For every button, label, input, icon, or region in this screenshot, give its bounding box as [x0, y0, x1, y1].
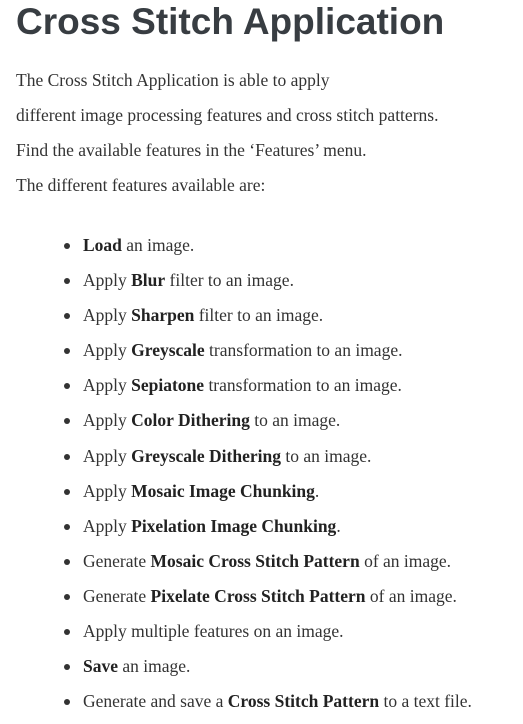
feature-keyword: Color Dithering: [131, 410, 250, 431]
feature-item-save: Save an image.: [0, 654, 523, 689]
bullet-icon: [64, 418, 70, 425]
feature-text: filter to an image.: [165, 270, 294, 291]
feature-item-sharpen: Apply Sharpen filter to an image.: [0, 303, 523, 338]
bullet-icon: [64, 348, 70, 355]
feature-keyword: Sharpen: [131, 305, 195, 326]
feature-text: transformation to an image.: [204, 375, 402, 396]
intro-paragraph: The Cross Stitch Application is able to …: [16, 68, 516, 208]
bullet-icon: [64, 593, 70, 600]
intro-line-2: different image processing features and …: [16, 105, 439, 125]
feature-keyword: Blur: [131, 270, 166, 291]
feature-keyword: Greyscale: [131, 340, 205, 361]
feature-text: Apply: [83, 375, 132, 396]
feature-keyword: Load: [83, 235, 122, 255]
feature-keyword: Pixelation Image Chunking: [131, 515, 337, 536]
feature-text: Generate and save a: [83, 691, 228, 712]
feature-keyword: Greyscale Dithering: [131, 445, 281, 466]
feature-text: of an image.: [359, 550, 452, 571]
bullet-icon: [64, 383, 70, 390]
feature-text: Apply multiple features on an image.: [83, 621, 344, 642]
intro-line-3: Find the available features in the ‘Feat…: [16, 140, 367, 160]
feature-list: Load an image. Apply Blur filter to an i…: [0, 233, 523, 724]
feature-text: Generate: [83, 585, 151, 606]
page-title: Cross Stitch Application: [16, 1, 445, 42]
feature-item-greyscale-dithering: Apply Greyscale Dithering to an image.: [0, 444, 523, 479]
bullet-icon: [64, 664, 70, 671]
bullet-icon: [64, 699, 70, 706]
feature-text: Apply: [83, 445, 132, 466]
feature-text: Generate: [83, 550, 151, 571]
bullet-icon: [64, 523, 70, 530]
feature-item-multiple-features: Apply multiple features on an image.: [0, 619, 523, 654]
feature-text: Apply: [83, 305, 132, 326]
bullet-icon: [64, 243, 70, 249]
feature-text: Apply: [83, 340, 132, 361]
feature-item-pixelation-chunking: Apply Pixelation Image Chunking.: [0, 514, 523, 549]
feature-item-color-dithering: Apply Color Dithering to an image.: [0, 408, 523, 443]
bullet-icon: [64, 558, 70, 565]
feature-text: to an image.: [249, 410, 341, 431]
feature-keyword: Save: [83, 656, 118, 677]
feature-keyword: Mosaic Image Chunking: [131, 480, 315, 501]
bullet-icon: [64, 278, 70, 285]
document-page: Cross Stitch Application The Cross Stitc…: [0, 0, 523, 715]
feature-item-mosaic-pattern: Generate Mosaic Cross Stitch Pattern of …: [0, 549, 523, 584]
feature-item-load: Load an image.: [0, 233, 523, 268]
feature-text: an image.: [118, 656, 191, 677]
feature-text: .: [314, 480, 320, 501]
feature-text: Apply: [83, 410, 132, 431]
feature-text: Apply: [83, 270, 132, 291]
bullet-icon: [64, 629, 70, 636]
feature-item-pixelate-pattern: Generate Pixelate Cross Stitch Pattern o…: [0, 584, 523, 619]
feature-keyword: Mosaic Cross Stitch Pattern: [150, 550, 360, 571]
feature-keyword: Sepiatone: [131, 375, 205, 396]
feature-text: to a text file.: [379, 691, 472, 712]
intro-line-1: The Cross Stitch Application is able to …: [16, 70, 330, 90]
feature-text: filter to an image.: [194, 305, 324, 326]
feature-text: Apply: [83, 480, 132, 501]
feature-text: of an image.: [365, 585, 457, 606]
feature-keyword: Pixelate Cross Stitch Pattern: [150, 585, 366, 606]
feature-item-mosaic-chunking: Apply Mosaic Image Chunking.: [0, 479, 523, 514]
feature-item-sepiatone: Apply Sepiatone transformation to an ima…: [0, 373, 523, 408]
feature-item-blur: Apply Blur filter to an image.: [0, 268, 523, 303]
feature-text: an image.: [121, 235, 195, 255]
bullet-icon: [64, 313, 70, 320]
feature-text: Apply: [83, 515, 132, 536]
feature-keyword: Cross Stitch Pattern: [227, 691, 380, 712]
feature-item-greyscale: Apply Greyscale transformation to an ima…: [0, 338, 523, 373]
feature-item-save-pattern: Generate and save a Cross Stitch Pattern…: [0, 689, 523, 724]
intro-line-4: The different features available are:: [16, 175, 266, 195]
bullet-icon: [64, 453, 70, 460]
bullet-icon: [64, 488, 70, 495]
feature-text: transformation to an image.: [204, 340, 403, 361]
feature-text: to an image.: [280, 445, 372, 466]
feature-text: .: [336, 515, 341, 536]
